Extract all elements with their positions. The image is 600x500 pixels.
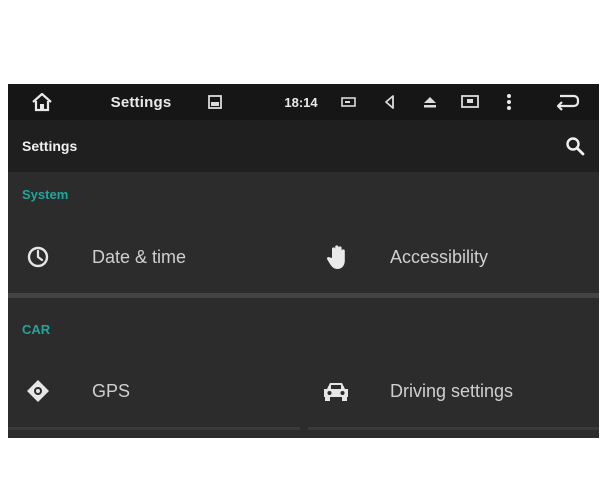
status-bar-title: Settings	[110, 93, 172, 111]
page-title: Settings	[22, 138, 78, 154]
status-bar: Settings 18:14	[8, 84, 599, 120]
row-divider	[308, 427, 599, 430]
screen-icon[interactable]	[458, 84, 482, 120]
battery-icon	[338, 84, 360, 120]
settings-item-label: Driving settings	[390, 380, 514, 401]
settings-item-gps[interactable]: GPS	[8, 356, 303, 426]
gallery-icon	[204, 84, 226, 120]
section-header-system: System	[22, 187, 69, 202]
eject-icon[interactable]	[419, 84, 441, 120]
section-header-car: CAR	[22, 322, 51, 337]
settings-screen: Settings 18:14 Settings System Date & ti…	[8, 84, 599, 438]
car-icon	[322, 378, 350, 404]
action-bar: Settings	[8, 120, 599, 172]
gps-icon	[24, 378, 52, 404]
settings-item-label: Accessibility	[390, 246, 489, 267]
settings-item-date-time[interactable]: Date & time	[8, 222, 303, 292]
back-icon[interactable]	[552, 84, 582, 120]
hand-icon	[324, 244, 352, 270]
search-icon[interactable]	[561, 132, 589, 160]
volume-icon[interactable]	[378, 84, 400, 120]
settings-item-driving-settings[interactable]: Driving settings	[306, 356, 599, 426]
home-icon[interactable]	[28, 84, 56, 120]
section-divider	[8, 293, 599, 298]
more-vert-icon[interactable]	[501, 84, 517, 120]
clock-icon	[24, 244, 52, 270]
settings-item-label: GPS	[92, 380, 131, 401]
settings-item-accessibility[interactable]: Accessibility	[306, 222, 599, 292]
clock-time: 18:14	[284, 94, 318, 110]
row-divider	[8, 427, 300, 430]
settings-item-label: Date & time	[92, 246, 187, 267]
